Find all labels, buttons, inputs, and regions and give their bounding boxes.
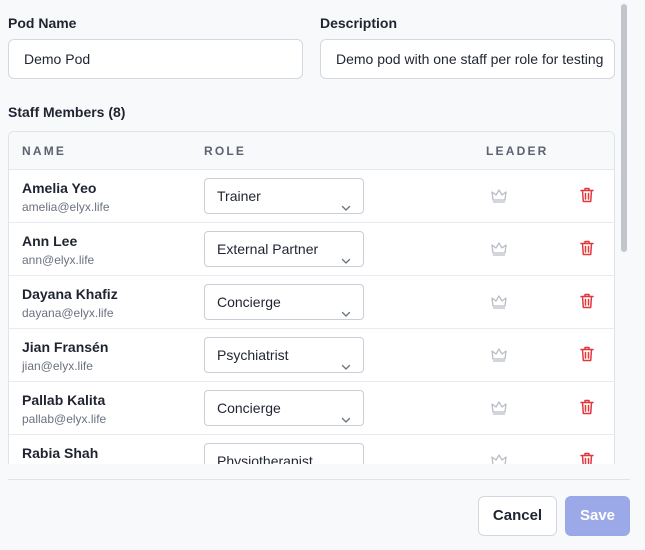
staff-email: ann@elyx.life <box>22 253 95 267</box>
trash-icon[interactable] <box>580 346 594 362</box>
pod-name-input[interactable]: Demo Pod <box>8 39 303 79</box>
footer-divider <box>8 479 630 480</box>
trash-icon[interactable] <box>580 240 594 256</box>
role-select-value: Trainer <box>217 188 261 204</box>
staff-name: Jian Fransén <box>22 339 109 355</box>
column-header-name: NAME <box>22 144 67 158</box>
trash-icon[interactable] <box>580 187 594 203</box>
save-button[interactable]: Save <box>565 496 630 536</box>
crown-icon[interactable] <box>491 189 507 203</box>
staff-name: Rabia Shah <box>22 445 99 461</box>
crown-icon[interactable] <box>491 454 507 464</box>
trash-icon[interactable] <box>580 293 594 309</box>
role-select-value: Physiotherapist <box>217 453 313 464</box>
table-row: Ann Lee ann@elyx.life External Partner <box>9 223 614 276</box>
chevron-down-icon <box>341 350 351 370</box>
role-select-value: Concierge <box>217 400 281 416</box>
role-select[interactable]: External Partner <box>204 231 364 267</box>
chevron-down-icon <box>341 244 351 264</box>
staff-table: NAME ROLE LEADER Amelia Yeo amelia@elyx.l… <box>8 131 615 464</box>
role-select[interactable]: Concierge <box>204 390 364 426</box>
chevron-down-icon <box>341 403 351 423</box>
staff-email: jian@elyx.life <box>22 359 93 373</box>
table-header: NAME ROLE LEADER <box>9 132 614 170</box>
role-select-value: Concierge <box>217 294 281 310</box>
scroll-area: Pod Name Demo Pod Description Demo pod w… <box>0 0 618 464</box>
role-select[interactable]: Physiotherapist <box>204 443 364 464</box>
chevron-down-icon <box>341 297 351 317</box>
staff-name: Pallab Kalita <box>22 392 106 408</box>
role-select[interactable]: Trainer <box>204 178 364 214</box>
crown-icon[interactable] <box>491 295 507 309</box>
description-label: Description <box>320 15 398 31</box>
table-row: Rabia Shah Physiotherapist <box>9 435 614 464</box>
staff-name: Dayana Khafiz <box>22 286 118 302</box>
trash-icon[interactable] <box>580 399 594 415</box>
chevron-down-icon <box>341 456 351 464</box>
staff-email: dayana@elyx.life <box>22 306 114 320</box>
role-select[interactable]: Psychiatrist <box>204 337 364 373</box>
staff-name: Amelia Yeo <box>22 180 97 196</box>
role-select-value: Psychiatrist <box>217 347 289 363</box>
pod-name-label: Pod Name <box>8 15 77 31</box>
column-header-role: ROLE <box>204 144 247 158</box>
column-header-leader: LEADER <box>486 144 549 158</box>
description-input[interactable]: Demo pod with one staff per role for tes… <box>320 39 615 79</box>
role-select[interactable]: Concierge <box>204 284 364 320</box>
table-body: Amelia Yeo amelia@elyx.life Trainer Ann Lee… <box>9 170 614 464</box>
table-row: Dayana Khafiz dayana@elyx.life Concierge <box>9 276 614 329</box>
scrollbar-thumb[interactable] <box>621 4 627 252</box>
chevron-down-icon <box>341 191 351 211</box>
cancel-button[interactable]: Cancel <box>478 496 557 536</box>
crown-icon[interactable] <box>491 348 507 362</box>
table-row: Pallab Kalita pallab@elyx.life Concierge <box>9 382 614 435</box>
staff-email: pallab@elyx.life <box>22 412 107 426</box>
table-row: Amelia Yeo amelia@elyx.life Trainer <box>9 170 614 223</box>
staff-name: Ann Lee <box>22 233 78 249</box>
staff-email: amelia@elyx.life <box>22 200 110 214</box>
table-row: Jian Fransén jian@elyx.life Psychiatrist <box>9 329 614 382</box>
crown-icon[interactable] <box>491 401 507 415</box>
staff-members-title: Staff Members (8) <box>8 104 126 120</box>
role-select-value: External Partner <box>217 241 319 257</box>
trash-icon[interactable] <box>580 452 594 464</box>
crown-icon[interactable] <box>491 242 507 256</box>
